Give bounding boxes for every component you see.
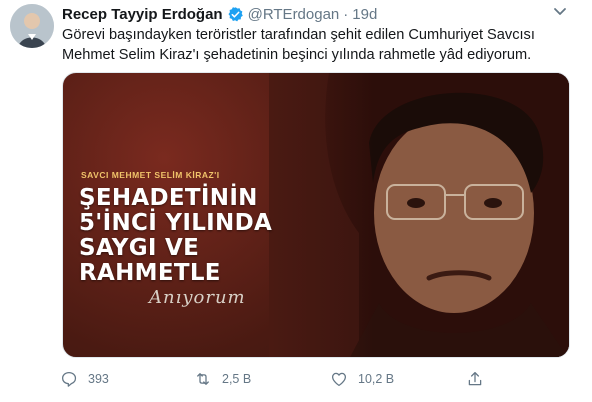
author-handle[interactable]: @RTErdogan bbox=[248, 6, 340, 23]
tweet[interactable]: Recep Tayyip Erdoğan @RTErdogan · 19d Gö… bbox=[0, 0, 592, 402]
avatar[interactable] bbox=[10, 4, 54, 48]
tweet-header: Recep Tayyip Erdoğan @RTErdogan · 19d bbox=[62, 4, 377, 24]
tweet-actions: 393 2,5 B 10,2 B bbox=[60, 368, 560, 390]
retweet-icon bbox=[197, 373, 209, 385]
retweet-count: 2,5 B bbox=[222, 372, 252, 386]
like-count: 10,2 B bbox=[358, 372, 395, 386]
tweet-media-image[interactable]: SAVCI MEHMET SELİM KİRAZ'I ŞEHADETİNİN 5… bbox=[62, 72, 570, 358]
poster-headline-line: SAYGI VE bbox=[79, 235, 200, 261]
share-icon bbox=[468, 371, 482, 386]
tweet-timestamp[interactable]: 19d bbox=[352, 6, 377, 23]
poster-headline: ŞEHADETİNİN 5'İNCİ YILINDA SAYGI VE RAHM… bbox=[79, 186, 339, 286]
chevron-down-icon[interactable] bbox=[550, 4, 570, 20]
tweet-text-line: Mehmet Selim Kiraz'ı şehadetinin beşinci… bbox=[62, 47, 532, 63]
reply-count: 393 bbox=[88, 372, 109, 386]
poster-subtitle: SAVCI MEHMET SELİM KİRAZ'I bbox=[81, 170, 220, 180]
like-button[interactable]: 10,2 B bbox=[330, 368, 394, 390]
header-separator: · bbox=[343, 5, 349, 23]
author-name[interactable]: Recep Tayyip Erdoğan bbox=[62, 6, 223, 23]
reply-button[interactable]: 393 bbox=[60, 368, 109, 390]
poster-headline-line: 5'İNCİ YILINDA bbox=[79, 210, 273, 236]
poster-signature: Anıyorum bbox=[149, 287, 246, 308]
poster-headline-line: RAHMETLE bbox=[79, 260, 221, 286]
tweet-text: Görevi başındayken teröristler tarafında… bbox=[62, 25, 572, 65]
heart-icon bbox=[331, 372, 347, 387]
poster-headline-line: ŞEHADETİNİN bbox=[79, 185, 258, 211]
tweet-text-line: Görevi başındayken teröristler tarafında… bbox=[62, 27, 535, 43]
retweet-button[interactable]: 2,5 B bbox=[194, 368, 251, 390]
reply-icon bbox=[61, 371, 77, 387]
verified-badge-icon bbox=[227, 6, 244, 23]
share-button[interactable] bbox=[466, 368, 494, 390]
